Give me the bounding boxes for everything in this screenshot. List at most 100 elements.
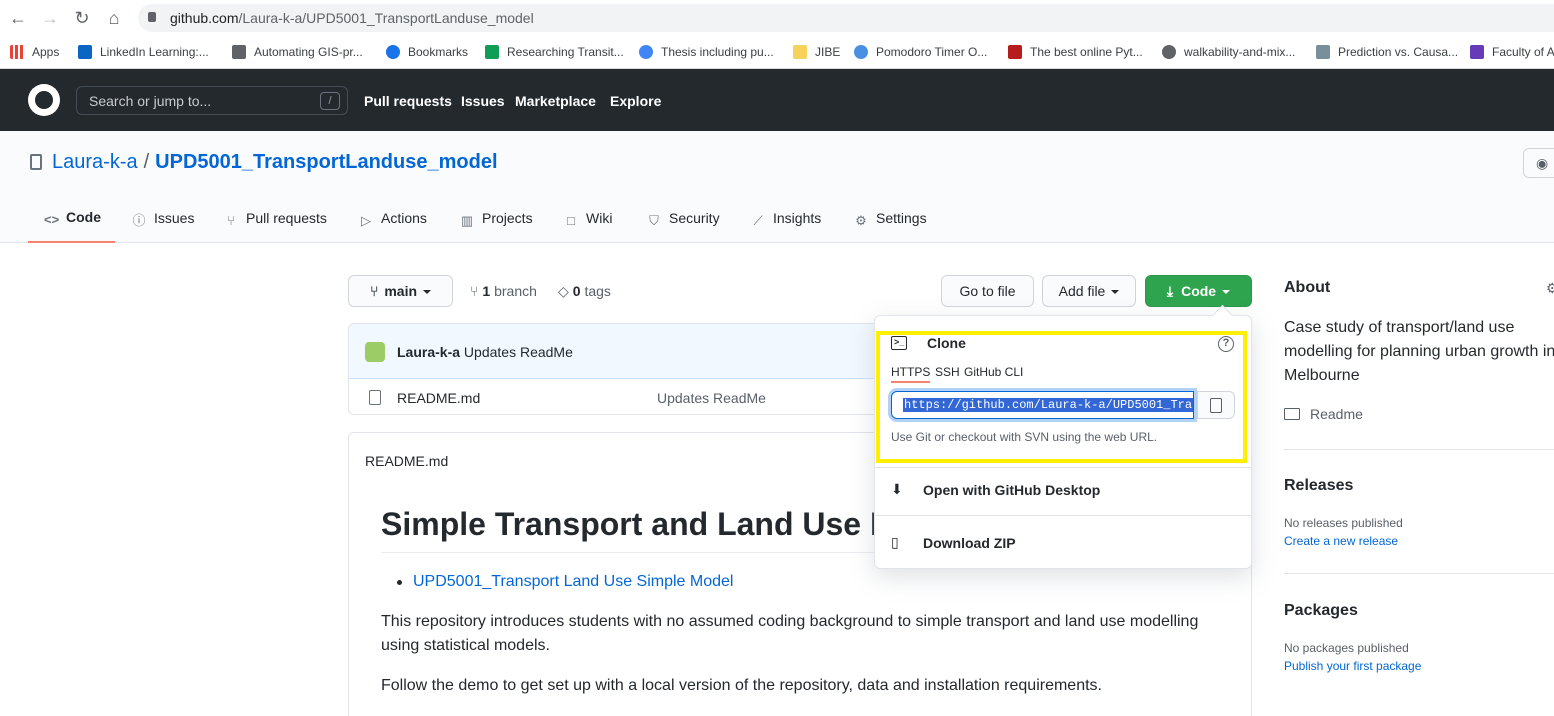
publish-package-link[interactable]: Publish your first package	[1284, 659, 1421, 673]
avatar[interactable]	[365, 342, 385, 362]
readme-paragraph-1: This repository introduces students with…	[381, 613, 1199, 654]
eye-icon: ◉	[1536, 155, 1549, 171]
divider	[875, 467, 1251, 468]
packages-heading[interactable]: Packages	[1284, 602, 1358, 620]
repo-description: Case study of transport/land use modelli…	[1284, 319, 1554, 384]
tab-pull-requests[interactable]: ⑂ Pull requests	[224, 210, 327, 244]
branch-icon: ⑂	[470, 283, 479, 299]
nav-issues[interactable]: Issues	[461, 93, 505, 109]
lock-icon	[148, 12, 156, 22]
about-heading: About	[1284, 279, 1331, 296]
chevron-down-icon	[1111, 290, 1120, 294]
bookmark-thesis[interactable]: Thesis including pu...	[639, 42, 774, 62]
chevron-down-icon	[1222, 290, 1231, 294]
nav-explore[interactable]: Explore	[610, 93, 661, 109]
chevron-down-icon	[423, 290, 432, 294]
commit-author[interactable]: Laura-k-a	[397, 344, 460, 360]
readme-label[interactable]: README.md	[365, 453, 448, 469]
bookmark-prediction[interactable]: Prediction vs. Causa...	[1316, 42, 1458, 62]
branch-count-link[interactable]: ⑂ 1 branch	[470, 283, 537, 299]
issue-icon: ⓘ	[132, 213, 146, 228]
project-icon: ▥	[460, 213, 474, 228]
bookmark-walkability[interactable]: walkability-and-mix...	[1162, 42, 1295, 62]
download-zip-item[interactable]: Download ZIP	[923, 535, 1016, 551]
repo-name-link[interactable]: UPD5001_TransportLanduse_model	[155, 151, 497, 173]
search-input[interactable]: Search or jump to... /	[76, 86, 348, 115]
tab-settings[interactable]: ⚙ Settings	[854, 210, 926, 244]
divider	[1284, 449, 1554, 450]
readme-paragraph-2: Follow the demo to get set up with a loc…	[381, 677, 1102, 694]
repo-title: Laura-k-a / UPD5001_TransportLanduse_model	[52, 151, 498, 174]
repo-separator: /	[143, 151, 150, 173]
pcw-icon	[1008, 45, 1022, 59]
bookmark-apps[interactable]: Apps	[10, 42, 59, 62]
nav-marketplace[interactable]: Marketplace	[515, 93, 596, 109]
bookmark-pomodoro[interactable]: Pomodoro Timer O...	[854, 42, 987, 62]
home-icon[interactable]: ⌂	[104, 8, 124, 28]
readme-model-link[interactable]: UPD5001_Transport Land Use Simple Model	[413, 573, 733, 591]
back-arrow-icon[interactable]: ←	[8, 8, 28, 28]
file-icon	[369, 390, 381, 405]
bookmarks-bar: Apps LinkedIn Learning:... Automating GI…	[0, 36, 1554, 69]
book-icon: □	[567, 213, 575, 228]
tab-wiki[interactable]: □ Wiki	[564, 210, 612, 244]
watch-button[interactable]: ◉	[1523, 148, 1554, 178]
folder-icon	[793, 45, 807, 59]
address-bar[interactable]: github.com/Laura-k-a/UPD5001_TransportLa…	[138, 4, 1554, 32]
github-logo-icon[interactable]	[28, 84, 60, 116]
forward-arrow-icon[interactable]: →	[40, 8, 60, 28]
check-circle-icon	[854, 45, 868, 59]
linkedin-icon	[78, 45, 92, 59]
releases-empty-text: No releases published	[1284, 516, 1403, 530]
download-icon: ⤓	[1166, 283, 1174, 299]
file-zip-icon: ▯	[891, 534, 899, 550]
go-to-file-button[interactable]: Go to file	[941, 275, 1034, 307]
bookmark-python[interactable]: The best online Pyt...	[1008, 42, 1143, 62]
tab-issues[interactable]: ⓘ Issues	[132, 210, 194, 244]
github-header: Search or jump to... / Pull requests Iss…	[0, 69, 1554, 131]
tab-actions[interactable]: ▷ Actions	[359, 210, 427, 244]
bullet-icon	[397, 580, 402, 585]
code-icon: <>	[44, 212, 60, 227]
bookmark-faculty[interactable]: Faculty of A	[1470, 42, 1554, 62]
star-icon	[386, 45, 400, 59]
code-button[interactable]: ⤓ Code	[1145, 275, 1252, 307]
bookmark-linkedin[interactable]: LinkedIn Learning:...	[78, 42, 209, 62]
branch-select-button[interactable]: ⑂ main	[348, 275, 453, 307]
globe-icon	[1162, 45, 1176, 59]
book-icon	[1284, 408, 1300, 420]
document-icon	[1470, 45, 1484, 59]
open-github-desktop-item[interactable]: Open with GitHub Desktop	[923, 482, 1100, 498]
tab-insights[interactable]: ⟋ Insights	[751, 210, 821, 244]
play-icon: ▷	[361, 213, 371, 228]
file-commit-message[interactable]: Updates ReadMe	[657, 390, 766, 406]
browser-toolbar: ← → ↻ ⌂ github.com/Laura-k-a/UPD5001_Tra…	[0, 0, 1554, 36]
bar-chart-icon	[1316, 45, 1330, 59]
tag-icon: ◇	[558, 283, 569, 299]
gear-icon[interactable]: ⚙	[1546, 280, 1554, 297]
desktop-download-icon: ⬇	[891, 481, 903, 497]
graph-icon: ⟋	[753, 213, 763, 228]
gear-icon: ⚙	[855, 213, 867, 228]
tag-count-link[interactable]: ◇ 0 tags	[558, 283, 611, 300]
bookmark-bookmarks[interactable]: Bookmarks	[386, 42, 468, 62]
url-text: github.com/Laura-k-a/UPD5001_TransportLa…	[170, 10, 534, 26]
bookmark-transit[interactable]: Researching Transit...	[485, 42, 624, 62]
tab-code[interactable]: <> Code	[28, 201, 115, 243]
nav-pull-requests[interactable]: Pull requests	[364, 93, 452, 109]
readme-sidebar-link[interactable]: Readme	[1284, 406, 1363, 422]
readme-title: Simple Transport and Land Use Mo	[381, 506, 917, 542]
tab-projects[interactable]: ▥ Projects	[460, 210, 533, 244]
reload-icon[interactable]: ↻	[72, 8, 92, 28]
apps-grid-icon	[10, 45, 24, 59]
tab-security[interactable]: ⛉ Security	[647, 210, 719, 244]
bookmark-jibe[interactable]: JIBE	[793, 42, 840, 62]
commit-message[interactable]: Updates ReadMe	[464, 344, 573, 360]
bookmark-gis[interactable]: Automating GIS-pr...	[232, 42, 363, 62]
create-release-link[interactable]: Create a new release	[1284, 534, 1398, 548]
releases-heading[interactable]: Releases	[1284, 477, 1353, 495]
repo-owner-link[interactable]: Laura-k-a	[52, 151, 138, 173]
file-name-link[interactable]: README.md	[397, 390, 480, 406]
shield-icon: ⛉	[649, 213, 659, 228]
add-file-button[interactable]: Add file	[1042, 275, 1136, 307]
